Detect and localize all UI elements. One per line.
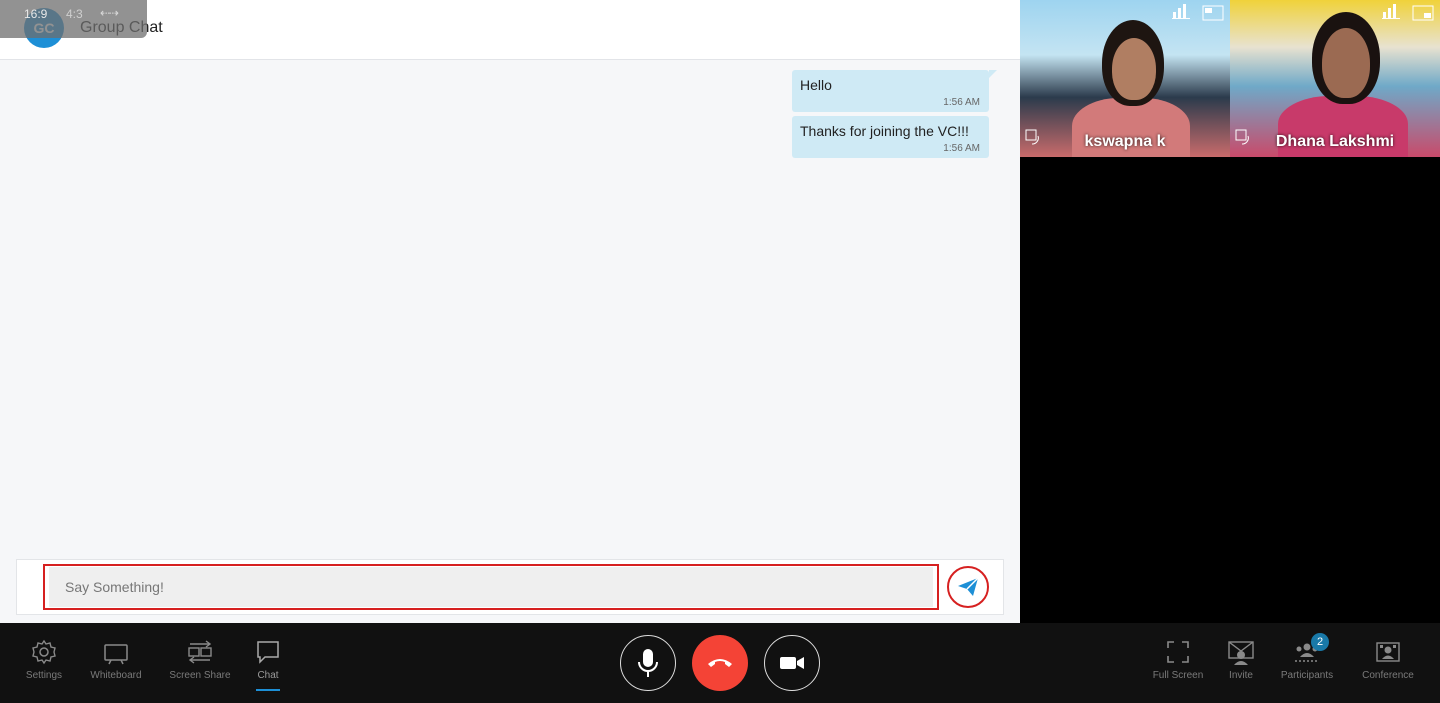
settings-label: Settings [25,670,63,681]
message-text: Hello [800,77,832,93]
camera-button[interactable] [764,635,820,691]
participant-tile[interactable]: Dhana Lakshmi [1230,0,1440,157]
conference-icon [1376,642,1400,662]
aspect-16-9-button[interactable]: 16:9 [24,7,47,21]
participants-count-badge: 2 [1311,633,1329,651]
participant-tile[interactable]: kswapna k [1020,0,1230,157]
screen-share-icon [188,640,212,664]
invite-button[interactable]: Invite [1206,639,1276,681]
chat-header: GC Group Chat [0,0,1020,60]
message-bubble: Thanks for joining the VC!!! 1:56 AM [792,116,989,158]
whiteboard-icon [104,644,128,665]
full-screen-button[interactable]: Full Screen [1143,639,1213,681]
send-button[interactable] [947,566,989,608]
video-camera-icon [780,657,804,669]
message-bubble: Hello 1:56 AM [792,70,997,112]
active-tab-indicator [256,689,280,691]
stretch-arrows-icon[interactable]: ⇠⇢ [100,6,119,20]
message-text: Thanks for joining the VC!!! [800,123,969,139]
invite-icon [1228,641,1254,665]
chat-label: Chat [257,670,279,681]
screen-share-label: Screen Share [169,670,231,681]
microphone-icon [638,649,658,677]
message-composer [16,559,1004,615]
participant-name: kswapna k [1084,133,1166,150]
message-time: 1:56 AM [943,97,980,108]
screen-share-button[interactable]: Screen Share [165,639,235,681]
participant-video-face [1112,38,1156,100]
chat-icon [257,641,279,664]
hang-up-icon [708,659,732,667]
conference-button[interactable]: Conference [1353,639,1423,681]
mute-button[interactable] [620,635,676,691]
conference-label: Conference [1362,670,1414,681]
chat-panel: GC Group Chat 16:9 4:3 ⇠⇢ Hello 1:56 AM … [0,0,1020,623]
send-icon [958,577,979,596]
call-toolbar: Settings Whiteboard Screen Share Chat Fu… [0,623,1440,703]
chat-button[interactable]: Chat [233,639,303,681]
participant-video-face [1322,28,1370,98]
fullscreen-icon [1167,641,1189,663]
signal-icon [1172,3,1190,22]
participant-name: Dhana Lakshmi [1275,133,1395,150]
settings-button[interactable]: Settings [9,639,79,681]
message-time: 1:56 AM [943,143,980,154]
whiteboard-label: Whiteboard [90,670,142,681]
whiteboard-button[interactable]: Whiteboard [81,639,151,681]
participants-label: Participants [1280,670,1334,681]
chat-input[interactable] [49,567,933,607]
invite-label: Invite [1229,670,1253,681]
aspect-ratio-overlay: 16:9 4:3 ⇠⇢ [0,0,147,38]
participants-button[interactable]: Participants [1272,639,1342,681]
end-call-button[interactable] [692,635,748,691]
gear-icon [32,639,56,665]
full-screen-label: Full Screen [1152,670,1204,681]
pip-icon[interactable] [1412,5,1434,24]
aspect-4-3-button[interactable]: 4:3 [66,7,83,21]
pip-icon[interactable] [1202,5,1224,24]
signal-icon [1382,3,1400,22]
video-area: kswapna k Dhana Lakshmi [1020,0,1440,623]
message-list: Hello 1:56 AM Thanks for joining the VC!… [0,61,1020,551]
